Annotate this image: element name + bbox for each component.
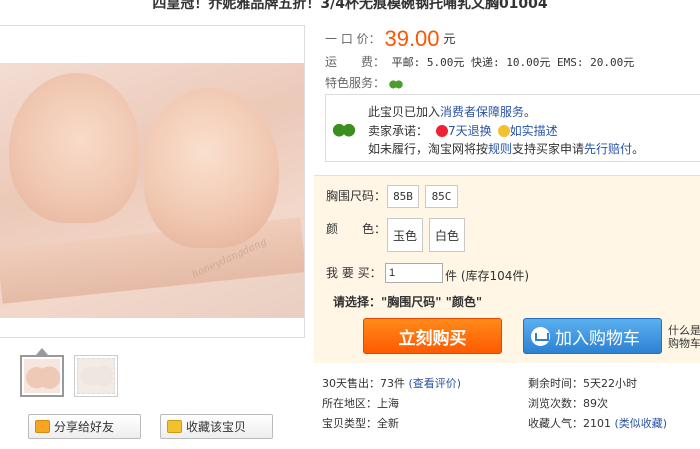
accurate-description-icon [497,125,510,137]
stats-left: 30天售出：73件 (查看评价) 所在地区：上海 宝贝类型：全新 [322,375,461,435]
thumbnail-2[interactable] [74,355,118,397]
share-icon [35,420,50,433]
view-count: 浏览次数：89次 [528,397,608,410]
stats-right: 剩余时间：5天22小时 浏览次数：89次 收藏人气：2101 (类似收藏) [528,375,667,435]
advance-compensation-link[interactable]: 先行赔付 [584,142,632,156]
quantity-input[interactable] [385,263,443,283]
share-label: 分享给好友 [54,420,115,434]
seven-day-return-icon [436,125,449,137]
thumbnail-1[interactable] [20,355,64,397]
buy-now-label: 立刻购买 [398,328,467,349]
similar-favorites-link[interactable]: (类似收藏) [615,417,668,430]
main-product-image: honeydangdang [0,25,305,338]
share-button[interactable]: 分享给好友 [28,414,141,439]
protection-hands-icon [333,117,355,139]
shipping-text: 平邮: 5.00元 快递: 10.00元 EMS: 20.00元 [391,56,635,69]
remaining-time: 剩余时间：5天22小时 [528,377,637,390]
consumer-protection-link[interactable]: 消费者保障服务 [440,105,524,119]
consumer-protection-icon[interactable] [388,76,403,90]
size-option-85b[interactable]: 85B [387,185,419,208]
bra-photo: honeydangdang [0,63,304,318]
location: 所在地区：上海 [322,397,399,410]
rules-link[interactable]: 规则 [488,142,512,156]
favorite-label: 收藏该宝贝 [186,420,247,434]
color-option-white[interactable]: 白色 [429,218,465,252]
add-to-cart-button[interactable]: 加入购物车 [523,318,662,354]
buy-now-button[interactable]: 立刻购买 [363,318,502,354]
sold-count: 30天售出：73件 [322,377,405,390]
thumbnail-caret [36,348,48,355]
shipping-label: 运 费： [325,55,386,69]
color-option-jade[interactable]: 玉色 [387,218,423,252]
favorite-count: 收藏人气：2101 [528,417,611,430]
shipping-row: 运 费： 平邮: 5.00元 快递: 10.00元 EMS: 20.00元 [325,53,634,70]
price-row: 一 口 价： 39.00 元 [325,26,455,52]
stock-text: 件 (库存104件) [445,269,530,283]
what-is-cart-link[interactable]: 什么是 购物车 [668,324,700,350]
seven-day-return-link[interactable]: 7天退换 [448,124,492,138]
price-value: 39.00 [384,26,440,51]
price-label: 一 口 价： [325,32,381,46]
favorite-button[interactable]: 收藏该宝贝 [160,414,273,439]
cart-icon [531,326,550,346]
size-label: 胸围尺码： [326,189,387,203]
favorite-icon [167,420,182,433]
price-unit: 元 [443,32,456,46]
service-row: 特色服务： [325,74,403,91]
size-option-85c[interactable]: 85C [425,185,458,208]
add-to-cart-label: 加入购物车 [555,328,640,349]
quantity-label: 我 要 买： [326,266,382,280]
accurate-description-link[interactable]: 如实描述 [510,124,558,138]
view-reviews-link[interactable]: (查看评价) [409,377,462,390]
guarantee-box: 此宝贝已加入消费者保障服务。 卖家承诺： 7天退换 如实描述 如未履行，淘宝网将按规… [325,94,700,162]
purchase-options: 胸围尺码： 85B 85C 颜 色： 玉色 白色 我 要 买： 件 (库存104… [314,175,700,363]
service-label: 特色服务： [325,76,386,90]
selection-hint: 请选择："胸围尺码" "颜色" [333,295,483,309]
product-title: 四皇冠！乔妮雅品牌五折！3/4杯无痕模碗钢托哺乳文胸01004 [152,0,548,12]
item-type: 宝贝类型：全新 [322,417,399,430]
color-label: 颜 色： [326,222,387,236]
